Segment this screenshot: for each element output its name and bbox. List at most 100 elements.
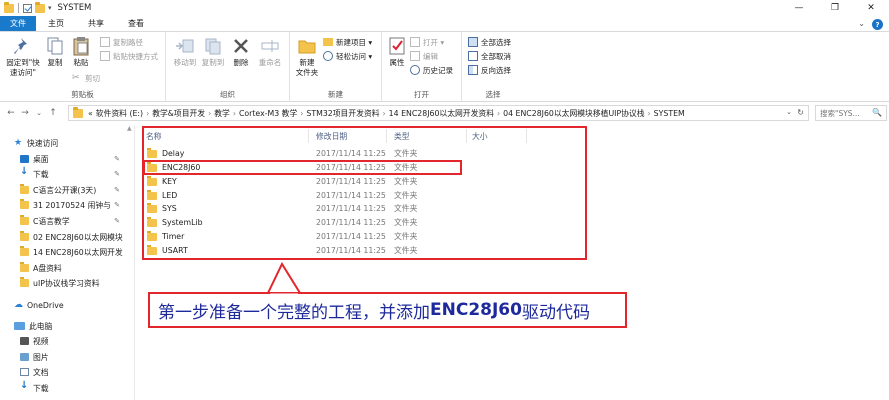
new-folder-label: 新建 文件夹 [295,58,319,77]
title-bar: ▾ SYSTEM — ❐ ✕ [0,0,889,16]
sidebar-item-c-course[interactable]: C语言公开课(3天) ✎ [20,183,122,197]
forward-button[interactable]: → [18,108,32,118]
pin-quick-access-button[interactable]: 固定到"快 速访问" [3,36,43,78]
breadcrumb-item[interactable]: 教学 [214,108,230,119]
copy-path-label: 复制路径 [113,37,143,47]
select-group-label: 选择 [485,90,501,99]
download-icon [20,166,29,178]
pin-icon [14,38,27,54]
new-folder-button[interactable]: 新建 文件夹 [294,36,320,78]
folder-icon [20,262,29,272]
cloud-icon: ☁ [14,300,23,310]
breadcrumb-item[interactable]: Cortex-M3 教学 [239,108,297,119]
sidebar-item-onedrive[interactable]: ☁ OneDrive [14,298,139,312]
invert-selection-label: 反向选择 [481,65,511,75]
document-icon [20,368,29,376]
folder-icon [20,184,29,194]
sidebar-item-a-disk[interactable]: A盘资料 [20,261,124,275]
picture-icon [20,353,29,361]
refresh-icon[interactable]: ↻ [797,108,804,117]
move-to-icon [176,39,194,53]
open-group-label: 打开 [414,90,429,99]
sidebar-item-enc-dev[interactable]: 14 ENC28J60以太网开发 [20,245,124,259]
maximize-button[interactable]: ❐ [817,0,853,16]
help-icon[interactable]: ? [872,19,883,30]
sidebar-item-label: 桌面 [33,154,49,164]
separator [18,3,19,13]
sidebar-item-alarm[interactable]: 31 20170524 闹钟与 ✎ [20,198,122,212]
paste-shortcut-label: 粘贴快捷方式 [113,51,158,61]
history-button[interactable]: 历史记录 [410,64,453,76]
window-title: SYSTEM [57,3,92,13]
sidebar-item-pictures[interactable]: 图片 [20,350,145,364]
sidebar-item-quick-access[interactable]: ★ 快速访问 [14,136,139,150]
sidebar-item-label: 31 20170524 闹钟与 [33,200,111,210]
search-input[interactable]: 搜索"SYS... [820,108,860,119]
sidebar-item-documents[interactable]: 文档 [20,365,145,379]
rename-button[interactable]: 重命名 [256,36,284,68]
breadcrumb-item[interactable]: 教学&项目开发 [152,108,205,119]
edit-button[interactable]: 编辑 [410,50,438,62]
open-button[interactable]: 打开 ▾ [410,36,444,48]
sidebar-item-downloads[interactable]: 下载 ✎ [20,166,122,181]
move-to-button[interactable]: 移动到 [172,36,198,68]
tab-view[interactable]: 查看 [116,16,156,31]
copy-to-button[interactable]: 复制到 [200,36,226,68]
ribbon-expand-icon[interactable]: ⌄ [858,19,865,28]
sidebar-item-downloads-pc[interactable]: 下载 [20,380,145,395]
breadcrumb-item[interactable]: STM32项目开发资料 [306,108,379,119]
window-controls: — ❐ ✕ [781,0,889,16]
back-button[interactable]: ← [4,108,18,118]
scroll-up-icon[interactable]: ▲ [127,125,132,132]
easy-access-button[interactable]: 轻松访问 ▾ [323,50,372,62]
new-folder-icon[interactable] [35,1,45,13]
up-button[interactable]: ↑ [46,108,60,118]
properties-button[interactable]: 属性 [386,36,408,68]
select-none-label: 全部取消 [481,51,511,61]
address-bar[interactable]: « 软件资料 (E:) › 教学&项目开发 › 教学 › Cortex-M3 教… [68,105,809,121]
pin-label: 固定到"快 速访问" [6,58,40,77]
new-item-button[interactable]: 新建项目 ▾ [323,36,372,48]
paste-icon [73,37,89,56]
delete-button[interactable]: 删除 [230,36,252,68]
address-dropdown-icon[interactable]: ⌄ [786,108,792,116]
sidebar-item-this-pc[interactable]: 此电脑 [14,319,139,333]
search-icon[interactable]: 🔍 [872,108,882,117]
breadcrumb-item[interactable]: SYSTEM [654,109,685,118]
qa-dropdown-icon[interactable]: ▾ [48,4,52,12]
copy-path-icon [100,37,110,47]
download-icon [20,380,29,392]
paste-button[interactable]: 粘贴 [68,36,94,68]
breadcrumb-prefix[interactable]: « [88,109,93,118]
properties-check-icon[interactable] [23,3,32,13]
breadcrumb-item[interactable]: 软件资料 (E:) [96,108,143,119]
minimize-button[interactable]: — [781,0,817,16]
cut-button[interactable]: ✂ 剪切 [72,72,100,84]
sidebar-item-label: uIP协议栈学习资料 [33,278,100,288]
tab-home[interactable]: 主页 [36,16,76,31]
close-button[interactable]: ✕ [853,0,889,16]
sidebar-item-c-teaching[interactable]: C语言教学 ✎ [20,214,122,228]
search-box[interactable]: 搜索"SYS... 🔍 [815,105,887,121]
new-item-icon [323,38,333,46]
ribbon-tabs: 文件 主页 共享 查看 ⌄ ? [0,16,889,32]
select-all-button[interactable]: 全部选择 [468,36,511,48]
copy-label: 复制 [47,58,63,67]
highlight-box-files [142,126,587,260]
paste-shortcut-button[interactable]: 粘贴快捷方式 [100,50,158,62]
breadcrumb-item[interactable]: 14 ENC28J60以太网开发资料 [389,108,494,119]
sidebar-item-desktop[interactable]: 桌面 ✎ [20,152,122,166]
invert-selection-button[interactable]: 反向选择 [468,64,511,76]
clipboard-group: 固定到"快 速访问" 复制 粘贴 复制路径 粘贴快捷方式 ✂ 剪切 剪贴板 [0,32,166,102]
tab-file[interactable]: 文件 [0,16,36,31]
sidebar-item-videos[interactable]: 视频 [20,334,145,348]
sidebar-item-enc-module[interactable]: 02 ENC28J60以太网模块 [20,230,124,244]
folder-icon [20,246,29,256]
copy-path-button[interactable]: 复制路径 [100,36,143,48]
copy-button[interactable]: 复制 [44,36,66,68]
recent-locations-button[interactable]: ⌄ [32,109,46,117]
tab-share[interactable]: 共享 [76,16,116,31]
select-none-button[interactable]: 全部取消 [468,50,511,62]
breadcrumb-item[interactable]: 04 ENC28J60以太网模块移植UIP协议栈 [503,108,644,119]
sidebar-item-uip[interactable]: uIP协议栈学习资料 [20,276,124,290]
